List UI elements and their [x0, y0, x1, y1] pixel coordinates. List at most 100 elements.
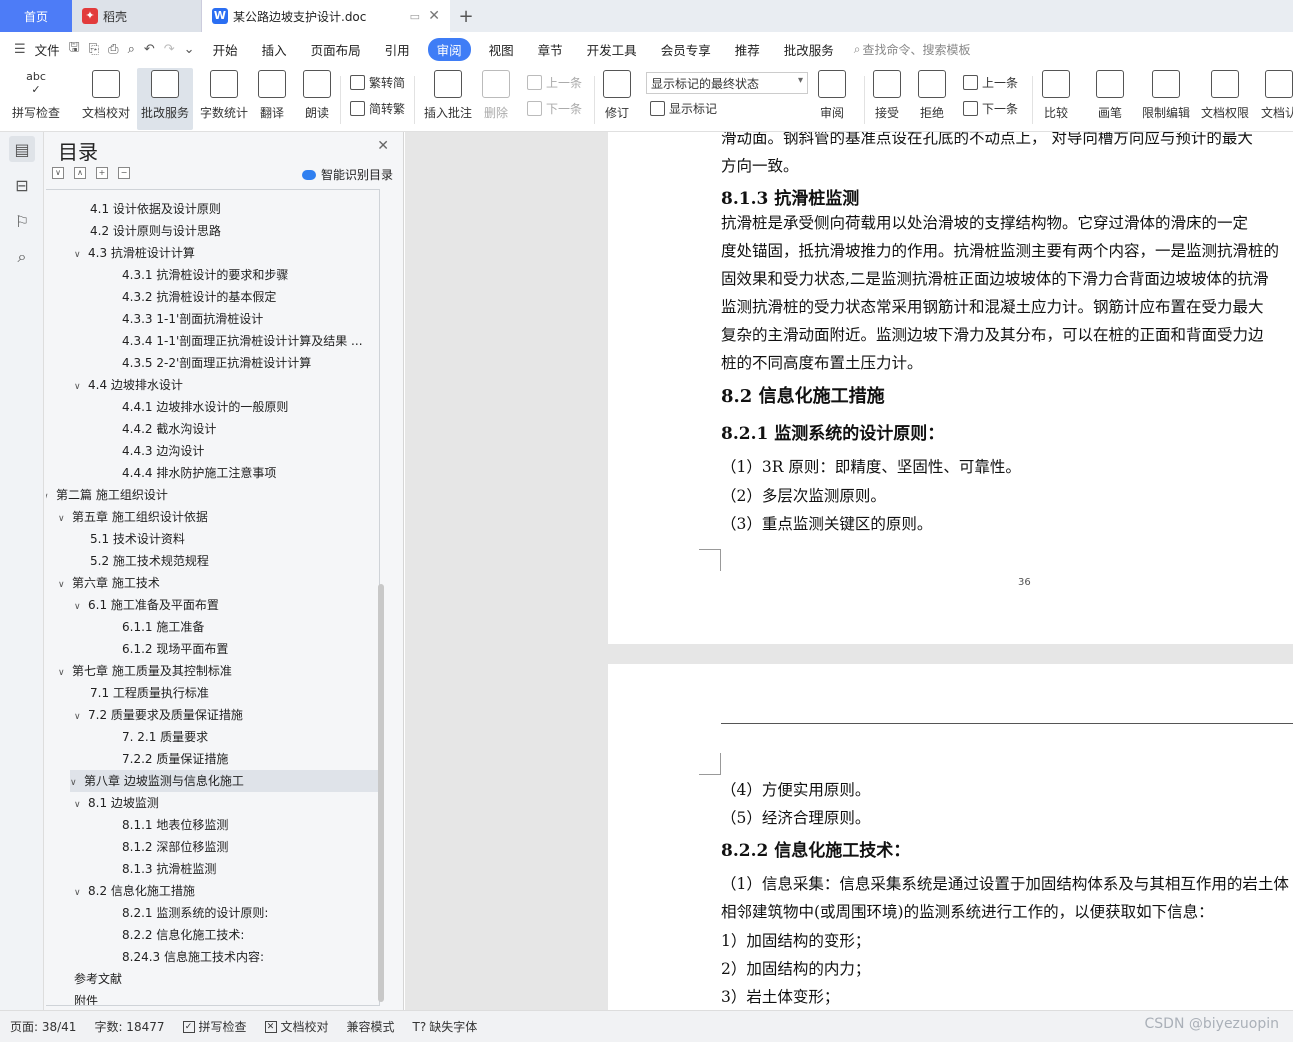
menu-layout[interactable]: 页面布局	[311, 40, 361, 59]
toc-item[interactable]: ∨ 7.2 质量要求及质量保证措施	[74, 704, 243, 726]
menu-reference[interactable]: 引用	[385, 40, 410, 59]
menu-recommend[interactable]: 推荐	[735, 40, 760, 59]
toc-item[interactable]: ∨ 第五章 施工组织设计依据	[58, 506, 208, 528]
toc-item[interactable]: 4.3.5 2-2'剖面理正抗滑桩设计计算	[122, 352, 311, 374]
word-count-button[interactable]: 字数统计	[200, 70, 248, 121]
menu-correct[interactable]: 批改服务	[784, 40, 834, 59]
toc-item[interactable]: 4.4.2 截水沟设计	[122, 418, 216, 440]
toc-item[interactable]: ∨ 第八章 边坡监测与信息化施工	[70, 770, 379, 794]
menu-chapter[interactable]: 章节	[538, 40, 563, 59]
status-proofread[interactable]: ✕ 文档校对	[264, 1018, 329, 1035]
tab-document[interactable]: W 某公路边坡支护设计.doc ▭ ✕	[202, 0, 450, 32]
menu-devtools[interactable]: 开发工具	[587, 40, 637, 59]
chevron-down-icon[interactable]: ∨	[58, 662, 72, 684]
undo-icon[interactable]: ↶	[144, 42, 155, 57]
chevron-down-icon[interactable]: ∨	[70, 772, 84, 794]
track-changes-button[interactable]: 修订	[603, 70, 631, 121]
toc-item[interactable]: 8.2.1 监测系统的设计原则:	[122, 902, 268, 924]
collapse-up-icon[interactable]: ∧	[74, 167, 86, 179]
toc-item[interactable]: ∨ 4.3 抗滑桩设计计算	[74, 242, 195, 264]
more-icon[interactable]: ⌄	[184, 42, 195, 57]
chevron-down-icon[interactable]: ∨	[58, 508, 72, 530]
chevron-down-icon[interactable]: ∨	[74, 596, 88, 618]
proofread-button[interactable]: 文档校对	[82, 70, 130, 121]
chevron-down-icon[interactable]: ∨	[74, 794, 88, 816]
markup-state-dropdown[interactable]: 显示标记的最终状态	[646, 72, 808, 94]
doc-cert-button[interactable]: 文档认	[1261, 70, 1293, 121]
toc-item[interactable]: ∨ 第六章 施工技术	[58, 572, 160, 594]
toc-item[interactable]: 5.2 施工技术规范规程	[90, 550, 209, 572]
next-comment-button[interactable]: 下一条	[527, 100, 582, 117]
command-search[interactable]: 查找命令、搜索模板	[862, 41, 970, 58]
status-spell-check[interactable]: ✓ 拼写检查	[182, 1018, 247, 1035]
menu-member[interactable]: 会员专享	[661, 40, 711, 59]
chevron-down-icon[interactable]: ∨	[74, 706, 88, 728]
toc-item[interactable]: 8.2.2 信息化施工技术:	[122, 924, 244, 946]
new-tab-button[interactable]: +	[450, 0, 482, 32]
toc-item[interactable]: ∨ 4.4 边坡排水设计	[74, 374, 183, 396]
save-icon[interactable]: 🖫	[69, 38, 80, 60]
toc-item[interactable]: 8.1.1 地表位移监测	[122, 814, 228, 836]
toc-item[interactable]: 4.3.2 抗滑桩设计的基本假定	[122, 286, 276, 308]
menu-view[interactable]: 视图	[489, 40, 514, 59]
chevron-down-icon[interactable]: ∨	[74, 376, 88, 398]
translate-button[interactable]: 翻译	[258, 70, 286, 121]
menu-insert[interactable]: 插入	[262, 40, 287, 59]
chevron-down-icon[interactable]: ∨	[58, 574, 72, 596]
export-icon[interactable]: ⎘	[89, 42, 99, 57]
next-change-button[interactable]: 下一条	[963, 100, 1018, 117]
tab-home[interactable]: 首页	[0, 0, 72, 32]
delete-comment-button[interactable]: 删除	[482, 70, 510, 121]
redo-icon[interactable]: ↷	[164, 42, 175, 57]
reject-button[interactable]: 拒绝	[918, 70, 946, 121]
toc-item[interactable]: 7.2.2 质量保证措施	[122, 748, 228, 770]
bookmark-icon[interactable]: ⚐	[9, 208, 35, 234]
show-markup-button[interactable]: 显示标记	[650, 100, 717, 117]
chapter-nav-icon[interactable]: ⊟	[9, 172, 35, 198]
word-count-indicator[interactable]: 字数: 18477	[94, 1018, 164, 1035]
missing-font[interactable]: T? 缺失字体	[413, 1018, 478, 1035]
prev-comment-button[interactable]: 上一条	[527, 74, 582, 91]
read-aloud-button[interactable]: 朗读	[303, 70, 331, 121]
tab-daoke[interactable]: ✦ 稻壳	[72, 0, 202, 32]
toc-item[interactable]: 7.1 工程质量执行标准	[90, 682, 209, 704]
prev-change-button[interactable]: 上一条	[963, 74, 1018, 91]
ink-button[interactable]: 画笔	[1096, 70, 1124, 121]
toc-item[interactable]: 6.1.1 施工准备	[122, 616, 204, 638]
toc-scrollbar[interactable]	[378, 584, 384, 1002]
chevron-down-icon[interactable]: ∨	[46, 486, 56, 508]
toc-item[interactable]: 4.2 设计原则与设计思路	[90, 220, 221, 242]
compare-button[interactable]: 比较	[1042, 70, 1070, 121]
collapse-all-icon[interactable]: −	[118, 167, 130, 179]
review-pane-button[interactable]: 审阅	[818, 70, 846, 121]
trad-to-simp-button[interactable]: 繁转简	[350, 74, 405, 91]
toc-item[interactable]: ∨ 6.1 施工准备及平面布置	[74, 594, 219, 616]
chevron-down-icon[interactable]: ∨	[74, 244, 88, 266]
doc-permission-button[interactable]: 文档权限	[1201, 70, 1249, 121]
search-icon[interactable]: ⌕	[854, 42, 861, 57]
correction-service-button[interactable]: 批改服务	[137, 68, 194, 130]
toc-item[interactable]: 附件	[74, 990, 98, 1005]
collapse-down-icon[interactable]: ∨	[52, 167, 64, 179]
toc-item[interactable]: 8.24.3 信息施工技术内容:	[122, 946, 264, 968]
find-icon[interactable]: ⌕	[9, 244, 35, 270]
toc-item[interactable]: 4.4.4 排水防护施工注意事项	[122, 462, 276, 484]
close-icon[interactable]: ✕	[377, 138, 389, 154]
toc-item[interactable]: 7. 2.1 质量要求	[122, 726, 208, 748]
accept-button[interactable]: 接受	[873, 70, 901, 121]
print-icon[interactable]: ⎙	[108, 42, 118, 57]
toc-item[interactable]: 4.4.3 边沟设计	[122, 440, 204, 462]
toc-item[interactable]: 4.4.1 边坡排水设计的一般原则	[122, 396, 288, 418]
simp-to-trad-button[interactable]: 简转繁	[350, 100, 405, 117]
toc-item[interactable]: ∨ 8.1 边坡监测	[74, 792, 159, 814]
hamburger-icon[interactable]: ☰	[14, 42, 26, 57]
toc-item[interactable]: 4.3.3 1-1'剖面抗滑桩设计	[122, 308, 263, 330]
page-indicator[interactable]: 页面: 38/41	[10, 1018, 76, 1035]
toc-item[interactable]: 5.1 技术设计资料	[90, 528, 185, 550]
file-menu[interactable]: 文件	[35, 40, 60, 59]
toc-panel-icon[interactable]: ▤	[9, 136, 35, 162]
toc-item[interactable]: 4.3.4 1-1'剖面理正抗滑桩设计计算及结果 ...	[122, 330, 363, 352]
expand-all-icon[interactable]: +	[96, 167, 108, 179]
preview-icon[interactable]: ⌕	[128, 42, 135, 57]
chevron-down-icon[interactable]: ∨	[74, 882, 88, 904]
